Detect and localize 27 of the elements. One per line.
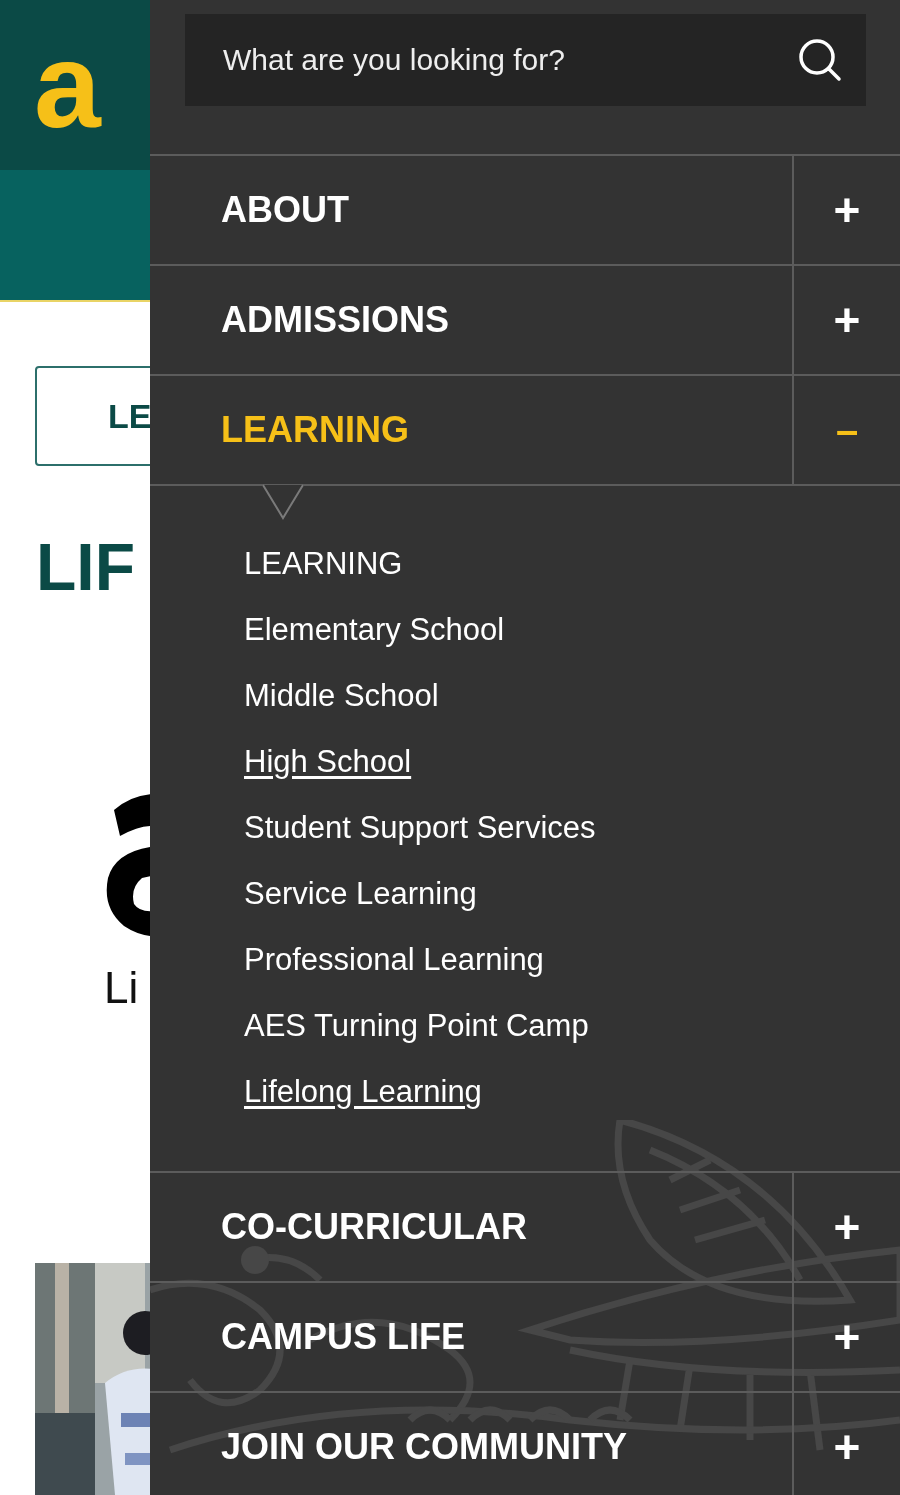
menu-item[interactable]: CO-CURRICULAR xyxy=(150,1173,792,1281)
submenu-item[interactable]: Service Learning xyxy=(244,861,477,927)
search-field[interactable]: What are you looking for? xyxy=(185,14,866,106)
search-icon[interactable] xyxy=(798,38,842,82)
submenu-item[interactable]: LEARNING xyxy=(244,531,403,597)
expand-button[interactable]: + xyxy=(833,297,861,343)
submenu-item[interactable]: Middle School xyxy=(244,663,439,729)
expand-button[interactable]: + xyxy=(833,187,861,233)
submenu-item[interactable]: Student Support Services xyxy=(244,795,596,861)
submenu-item[interactable]: Professional Learning xyxy=(244,927,544,993)
caption-text: Li xyxy=(104,966,140,1010)
submenu-item[interactable]: High School xyxy=(244,729,412,795)
submenu-item[interactable]: AES Turning Point Camp xyxy=(244,993,589,1059)
page-heading: LIF xyxy=(36,534,135,600)
expand-button[interactable]: + xyxy=(833,1314,861,1360)
menu-item[interactable]: CAMPUS LIFE xyxy=(150,1283,792,1391)
menu-item[interactable]: ABOUT xyxy=(150,156,792,264)
site-logo[interactable]: a xyxy=(34,25,101,145)
submenu-item[interactable]: Elementary School xyxy=(244,597,505,663)
submenu-item[interactable]: Lifelong Learning xyxy=(244,1059,482,1125)
menu-item[interactable]: LEARNING xyxy=(150,376,792,484)
expand-button[interactable]: + xyxy=(833,1424,861,1470)
expand-button[interactable]: + xyxy=(833,1204,861,1250)
menu-item[interactable]: ADMISSIONS xyxy=(150,266,792,374)
menu-item[interactable]: JOIN OUR COMMUNITY xyxy=(150,1393,792,1495)
collapse-button[interactable]: – xyxy=(835,410,859,450)
caret-icon xyxy=(262,484,304,520)
